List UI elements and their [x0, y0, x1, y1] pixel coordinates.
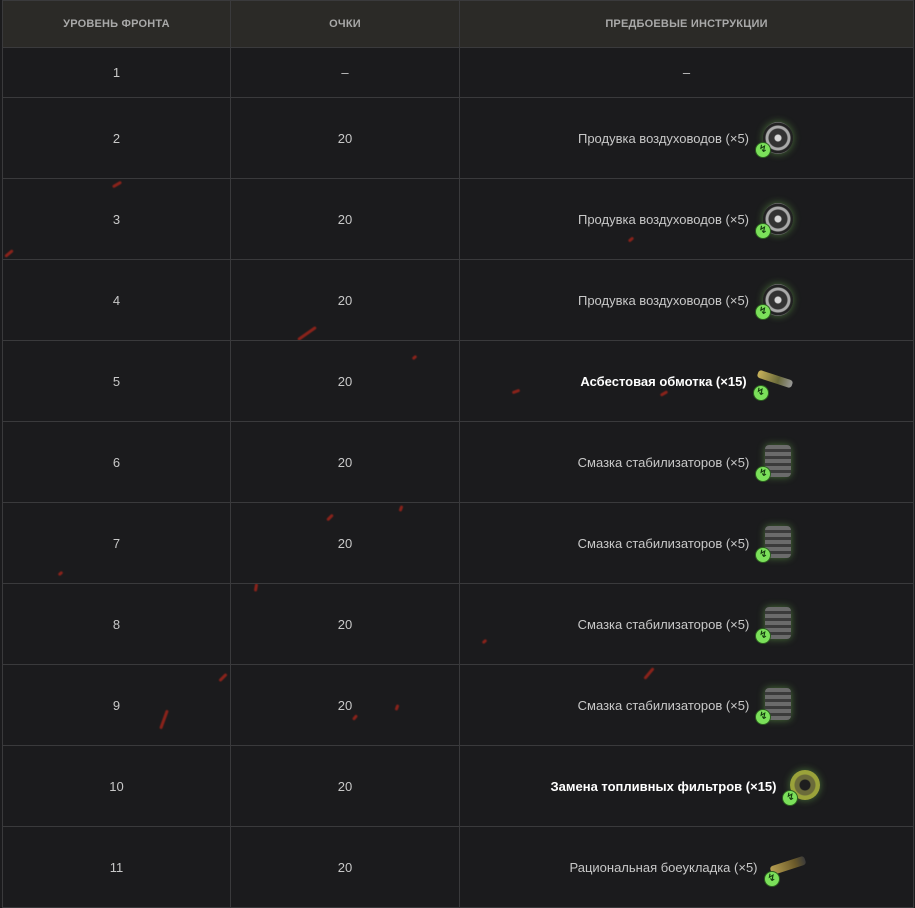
column-header-instructions: ПРЕДБОЕВЫЕ ИНСТРУКЦИИ [459, 0, 914, 48]
points-cell: – [230, 47, 460, 98]
table-row: 8 20 Смазка стабилизаторов (×5) ↯ [2, 583, 914, 665]
instruction-cell: Замена топливных фильтров (×15) ↯ [459, 745, 914, 827]
front-level-cell: 1 [2, 47, 231, 98]
table-row: 5 20 Асбестовая обмотка (×15) ↯ [2, 340, 914, 422]
instruction-label: Замена топливных фильтров (×15) [550, 778, 777, 794]
front-level-cell: 6 [2, 421, 231, 503]
column-header-front-level: УРОВЕНЬ ФРОНТА [2, 0, 231, 48]
stabilizer-lubricant-icon: ↯ [755, 604, 795, 644]
booster-badge-icon: ↯ [755, 547, 772, 563]
booster-badge-icon: ↯ [782, 790, 799, 806]
points-cell: 20 [230, 340, 460, 422]
instruction-reward: Продувка воздуховодов (×5) ↯ [578, 199, 795, 239]
table-row: 1– – [2, 47, 914, 98]
points-cell: 20 [230, 421, 460, 503]
instruction-label: Асбестовая обмотка (×15) [580, 373, 747, 389]
instruction-reward: Асбестовая обмотка (×15) ↯ [580, 361, 793, 401]
instruction-reward: Смазка стабилизаторов (×5) ↯ [578, 442, 796, 482]
instruction-reward: Смазка стабилизаторов (×5) ↯ [578, 523, 796, 563]
instruction-label: Смазка стабилизаторов (×5) [577, 616, 750, 632]
asbestos-wrap-icon: ↯ [752, 361, 793, 401]
instruction-label: Продувка воздуховодов (×5) [577, 292, 750, 308]
instruction-reward: Смазка стабилизаторов (×5) ↯ [578, 604, 796, 644]
table-row: 9 20 Смазка стабилизаторов (×5) ↯ [2, 664, 914, 746]
instruction-cell: Смазка стабилизаторов (×5) ↯ [459, 502, 914, 584]
table-row: 7 20 Смазка стабилизаторов (×5) ↯ [2, 502, 914, 584]
fan-icon: ↯ [755, 118, 795, 158]
instruction-label: Смазка стабилизаторов (×5) [577, 454, 750, 470]
ammo-rack-icon: ↯ [763, 847, 807, 887]
instruction-reward: Продувка воздуховодов (×5) ↯ [578, 280, 795, 320]
instruction-cell: Продувка воздуховодов (×5) ↯ [459, 259, 914, 341]
front-level-cell: 10 [2, 745, 231, 827]
front-level-cell: 8 [2, 583, 231, 665]
instruction-label: Продувка воздуховодов (×5) [577, 130, 750, 146]
table-row: 2 20 Продувка воздуховодов (×5) ↯ [2, 97, 914, 179]
instruction-cell: Смазка стабилизаторов (×5) ↯ [459, 583, 914, 665]
front-level-cell: 3 [2, 178, 231, 260]
instruction-reward: Замена топливных фильтров (×15) ↯ [551, 766, 823, 806]
points-cell: 20 [230, 583, 460, 665]
table-row: 11 20 Рациональная боеукладка (×5) ↯ [2, 826, 914, 908]
points-cell: 20 [230, 97, 460, 179]
instruction-cell: Продувка воздуховодов (×5) ↯ [459, 97, 914, 179]
front-levels-table: УРОВЕНЬ ФРОНТА ОЧКИ ПРЕДБОЕВЫЕ ИНСТРУКЦИ… [2, 0, 914, 908]
stabilizer-lubricant-icon: ↯ [755, 523, 795, 563]
instruction-label: Рациональная боеукладка (×5) [569, 859, 758, 875]
instruction-label: Продувка воздуховодов (×5) [577, 211, 750, 227]
instruction-reward: Продувка воздуховодов (×5) ↯ [578, 118, 795, 158]
front-level-cell: 5 [2, 340, 231, 422]
instruction-cell: Смазка стабилизаторов (×5) ↯ [459, 421, 914, 503]
booster-badge-icon: ↯ [755, 628, 772, 644]
points-cell: 20 [230, 745, 460, 827]
points-cell: 20 [230, 826, 460, 908]
instruction-reward: Рациональная боеукладка (×5) ↯ [569, 847, 807, 887]
front-level-cell: 4 [2, 259, 231, 341]
booster-badge-icon: ↯ [755, 709, 772, 725]
fan-icon: ↯ [755, 280, 795, 320]
table-row: 3 20 Продувка воздуховодов (×5) ↯ [2, 178, 914, 260]
column-header-points: ОЧКИ [230, 0, 460, 48]
booster-badge-icon: ↯ [755, 223, 772, 239]
fan-icon: ↯ [755, 199, 795, 239]
instruction-cell: Рациональная боеукладка (×5) ↯ [459, 826, 914, 908]
instruction-cell: Смазка стабилизаторов (×5) ↯ [459, 664, 914, 746]
instruction-label: Смазка стабилизаторов (×5) [577, 535, 750, 551]
stabilizer-lubricant-icon: ↯ [755, 685, 795, 725]
front-level-cell: 9 [2, 664, 231, 746]
instruction-cell: – [459, 47, 914, 98]
front-level-cell: 7 [2, 502, 231, 584]
table-header-row: УРОВЕНЬ ФРОНТА ОЧКИ ПРЕДБОЕВЫЕ ИНСТРУКЦИ… [2, 0, 914, 48]
stabilizer-lubricant-icon: ↯ [755, 442, 795, 482]
points-cell: 20 [230, 664, 460, 746]
points-cell: 20 [230, 259, 460, 341]
fuel-filter-icon: ↯ [782, 766, 822, 806]
points-cell: 20 [230, 502, 460, 584]
table-row: 4 20 Продувка воздуховодов (×5) ↯ [2, 259, 914, 341]
instruction-reward: Смазка стабилизаторов (×5) ↯ [578, 685, 796, 725]
booster-badge-icon: ↯ [755, 142, 772, 158]
instruction-cell: Продувка воздуховодов (×5) ↯ [459, 178, 914, 260]
booster-badge-icon: ↯ [755, 304, 772, 320]
instruction-label: Смазка стабилизаторов (×5) [577, 697, 750, 713]
front-level-cell: 2 [2, 97, 231, 179]
booster-badge-icon: ↯ [763, 871, 780, 887]
table-row: 6 20 Смазка стабилизаторов (×5) ↯ [2, 421, 914, 503]
table-row: 10 20 Замена топливных фильтров (×15) ↯ [2, 745, 914, 827]
instruction-label: – [682, 65, 691, 80]
booster-badge-icon: ↯ [752, 385, 769, 401]
points-cell: 20 [230, 178, 460, 260]
front-level-cell: 11 [2, 826, 231, 908]
instruction-reward: – [683, 65, 690, 80]
instruction-cell: Асбестовая обмотка (×15) ↯ [459, 340, 914, 422]
booster-badge-icon: ↯ [755, 466, 772, 482]
